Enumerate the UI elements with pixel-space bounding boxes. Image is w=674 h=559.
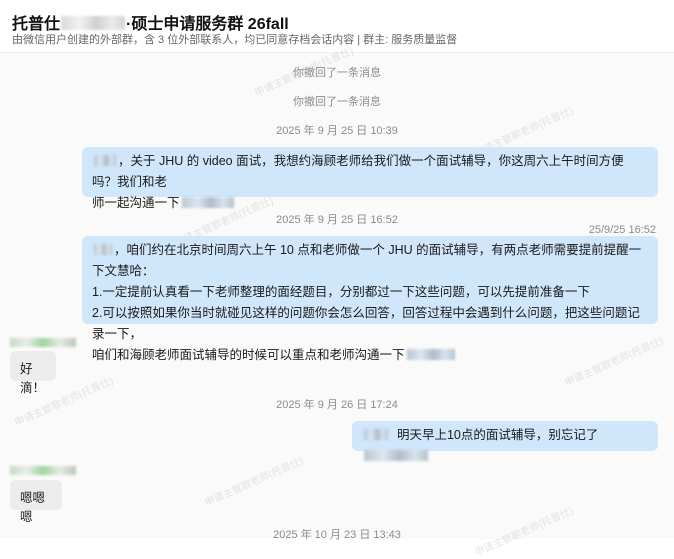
redacted-name (364, 429, 388, 440)
recall-notice: 你撤回了一条消息 (293, 67, 381, 79)
message-text: 师一起沟通一下 (92, 196, 180, 210)
timestamp: 2025 年 9 月 26 日 17:24 (276, 399, 398, 411)
edited-time: 25/9/25 16:52 (588, 224, 656, 236)
incoming-message[interactable]: 好滴！ (10, 351, 56, 395)
redacted-text (406, 349, 455, 360)
watermark: 申请主管歌老师(托普仕) (203, 455, 306, 510)
message-text: 好滴！ (20, 362, 46, 395)
timestamp: 2025 年 9 月 25 日 10:39 (276, 125, 398, 137)
redacted-text (181, 197, 234, 208)
redacted-name (61, 16, 126, 30)
timestamp: 2025 年 9 月 25 日 16:52 (276, 214, 398, 226)
message-text: 1.一定提前认真看一下老师整理的面经题目，分别都过一下这些问题，可以先提前准备一… (92, 285, 590, 299)
message-text: 明天早上10点的面试辅导，别忘记了 (396, 428, 599, 442)
message-text: 嗯嗯嗯 (20, 491, 46, 524)
redacted-text (364, 450, 428, 461)
timestamp: 2025 年 10 月 23 日 13:43 (273, 529, 401, 541)
chat-header: 托普仕 ·硕士申请服务群 26fall 由微信用户创建的外部群，含 3 位外部联系… (0, 0, 674, 52)
message-text: 咱们和海顾老师面试辅导的时候可以重点和老师沟通一下 (92, 348, 405, 362)
redacted-name (94, 244, 112, 255)
message-area[interactable]: 申请主管歌老师(托普仕) 申请主管歌老师(托普仕) 申请主管歌老师(托普仕) 申… (0, 46, 674, 559)
message-text: ，关于 JHU 的 video 面试，我想约海顾老师给我们做一个面试辅导，你这周… (92, 154, 624, 189)
group-info: 由微信用户创建的外部群，含 3 位外部联系人，均已同意存档会话内容 | 群主: … (12, 34, 458, 46)
outgoing-message[interactable]: 明天早上10点的面试辅导，别忘记了 (352, 421, 658, 461)
message-text: 2.可以按照如果你当时就碰见这样的问题你会怎么回答，回答过程中会遇到什么问题，把… (92, 306, 640, 341)
incoming-message[interactable]: 嗯嗯嗯 (10, 480, 62, 524)
recall-notice: 你撤回了一条消息 (293, 96, 381, 108)
sender-name (10, 338, 76, 347)
outgoing-message[interactable]: ，关于 JHU 的 video 面试，我想约海顾老师给我们做一个面试辅导，你这周… (82, 147, 658, 210)
sender-name (10, 466, 76, 475)
outgoing-message[interactable]: ，咱们约在北京时间周六上午 10 点和老师做一个 JHU 的面试辅导，有两点老师… (82, 236, 658, 362)
redacted-name (94, 155, 116, 166)
message-text: ，咱们约在北京时间周六上午 10 点和老师做一个 JHU 的面试辅导，有两点老师… (92, 243, 642, 278)
